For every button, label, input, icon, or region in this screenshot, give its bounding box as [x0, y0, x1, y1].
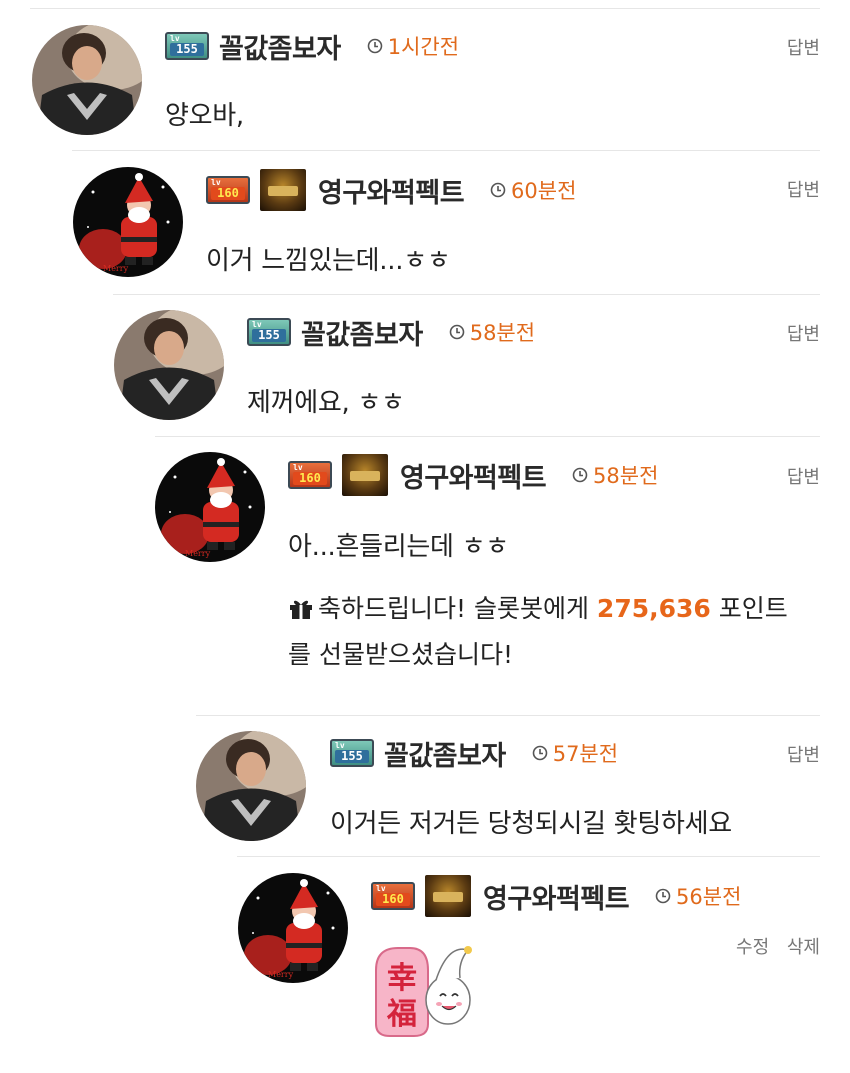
- separator: [72, 150, 820, 151]
- timestamp: 56분전: [655, 881, 741, 911]
- svg-text:Merry: Merry: [268, 970, 294, 979]
- gift-icon: [290, 600, 312, 619]
- clock-icon: [367, 38, 383, 54]
- delete-button[interactable]: 삭제: [787, 937, 820, 958]
- user-avatar[interactable]: [32, 25, 142, 135]
- separator: [237, 856, 820, 857]
- timestamp: 1시간전: [367, 31, 459, 61]
- svg-text:Merry: Merry: [185, 549, 211, 558]
- nickname[interactable]: 꼴값좀보자: [219, 27, 341, 66]
- user-avatar[interactable]: [114, 310, 224, 420]
- medal-badge: [342, 454, 388, 496]
- comment-text: 아...흔들리는데 ㅎㅎ: [288, 532, 509, 562]
- medal-badge: [425, 875, 471, 917]
- user-avatar[interactable]: [196, 731, 306, 841]
- comment-text: 양오바,: [165, 101, 244, 131]
- level-badge: lv 155: [165, 32, 209, 60]
- separator: [155, 436, 820, 437]
- reply-button[interactable]: 답변: [787, 34, 820, 60]
- edit-button[interactable]: 수정: [736, 937, 769, 958]
- level-badge: lv 155: [247, 318, 291, 346]
- reply-button[interactable]: 답변: [787, 176, 820, 202]
- nickname[interactable]: 영구와퍽펙트: [318, 171, 465, 210]
- clock-icon: [449, 324, 465, 340]
- level-badge: lv 160: [371, 882, 415, 910]
- reply-button[interactable]: 답변: [787, 320, 820, 346]
- nickname[interactable]: 영구와퍽펙트: [400, 456, 547, 495]
- svg-text:幸: 幸: [387, 961, 417, 996]
- comment-text: 이거든 저거든 당청되시길 홧팅하세요: [330, 809, 732, 839]
- svg-text:福: 福: [386, 997, 417, 1032]
- separator: [196, 715, 820, 716]
- comment-text: 제꺼에요, ㅎㅎ: [247, 388, 405, 418]
- separator: [113, 294, 820, 295]
- emoticon-sticker: 幸 福: [370, 940, 480, 1044]
- gift-amount: 275,636: [596, 594, 711, 623]
- user-avatar[interactable]: Merry: [73, 167, 183, 277]
- level-badge: lv 160: [206, 176, 250, 204]
- clock-icon: [532, 745, 548, 761]
- edit-delete-actions: 수정 삭제: [724, 933, 820, 959]
- reply-button[interactable]: 답변: [787, 463, 820, 489]
- level-badge: lv 160: [288, 461, 332, 489]
- timestamp: 58분전: [449, 317, 535, 347]
- comment-text: 이거 느낌있는데...ㅎㅎ: [206, 246, 451, 276]
- user-avatar[interactable]: Merry: [238, 873, 348, 983]
- medal-badge: [260, 169, 306, 211]
- level-badge: lv 155: [330, 739, 374, 767]
- clock-icon: [655, 888, 671, 904]
- clock-icon: [490, 182, 506, 198]
- nickname[interactable]: 꼴값좀보자: [384, 734, 506, 773]
- nickname[interactable]: 꼴값좀보자: [301, 313, 423, 352]
- reply-button[interactable]: 답변: [787, 741, 820, 767]
- user-avatar[interactable]: Merry: [155, 452, 265, 562]
- timestamp: 57분전: [532, 738, 618, 768]
- gift-notice: 축하드립니다! 슬롯봇에게 275,636 포인트를 선물받으셨습니다!: [288, 594, 788, 669]
- svg-text:Merry: Merry: [103, 264, 129, 273]
- nickname[interactable]: 영구와퍽펙트: [483, 877, 630, 916]
- timestamp: 60분전: [490, 175, 576, 205]
- clock-icon: [572, 467, 588, 483]
- timestamp: 58분전: [572, 460, 658, 490]
- separator: [30, 8, 820, 9]
